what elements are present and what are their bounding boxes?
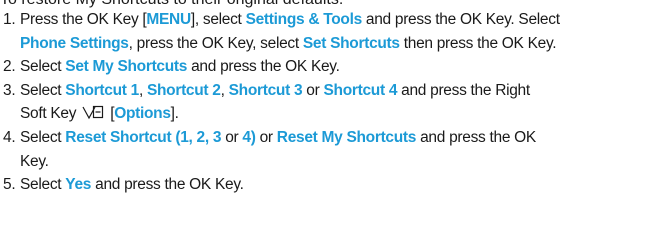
step-text: and press the Right [397,81,530,99]
step-text: and press the OK Key. [187,58,340,76]
step-text: Select [20,81,66,99]
menu-term: 4) [242,128,256,146]
step-text: and press the OK Key. [91,176,244,194]
step-text: Press the OK Key [ [20,11,147,28]
menu-term: Shortcut 4 [323,81,398,99]
step-number: 2. [3,58,16,76]
step-text: Key. [20,152,49,170]
step-number: 1. [3,11,16,28]
instruction-step: 3. Select Shortcut 1, Shortcut 2, Shortcu… [0,79,664,126]
menu-term: Shortcut 2 [146,81,221,99]
menu-term: Settings & Tools [245,11,363,28]
menu-term: Reset My Shortcuts [276,128,417,146]
step-number: 4. [3,128,16,146]
step-number: 3. [3,81,16,99]
step-text: Select [20,176,66,194]
instruction-step: 1. Press the OK Key [MENU], select Settin… [0,8,664,55]
step-text: or [221,128,243,146]
menu-term: Set Shortcuts [302,34,400,52]
menu-term: Set My Shortcuts [65,58,188,76]
step-text: and press the OK [416,128,536,146]
menu-term: Shortcut 1 [65,81,139,99]
menu-term: Reset Shortcut (1, 2, 3 [65,128,222,146]
step-text: or [255,128,277,146]
step-text: , [220,81,229,99]
step-text: Select [20,58,66,76]
right-soft-key-icon [82,106,104,120]
step-text: , press the OK Key, select [128,34,303,52]
step-text: Select [20,128,66,146]
menu-term: Options [114,105,171,123]
step-text: ]. [170,105,179,123]
instruction-step: 4. Select Reset Shortcut (1, 2, 3 or 4) o… [0,126,664,173]
step-text: or [302,81,324,99]
instruction-step: 2. Select Set My Shortcuts and press the … [0,55,664,79]
instruction-step: 5. Select Yes and press the OK Key. [0,173,664,197]
menu-term: MENU [146,11,191,28]
step-number: 5. [3,176,16,194]
menu-term: Yes [65,176,92,194]
step-text: , [138,81,147,99]
menu-term: Phone Settings [20,34,129,52]
step-text: then press the OK Key. [399,34,557,52]
menu-term: Shortcut 3 [228,81,303,99]
instruction-steps: 1. Press the OK Key [MENU], select Settin… [0,8,664,197]
step-text: Soft Key [20,105,81,123]
step-text: ], select [190,11,246,28]
step-text: and press the OK Key. Select [361,11,560,28]
